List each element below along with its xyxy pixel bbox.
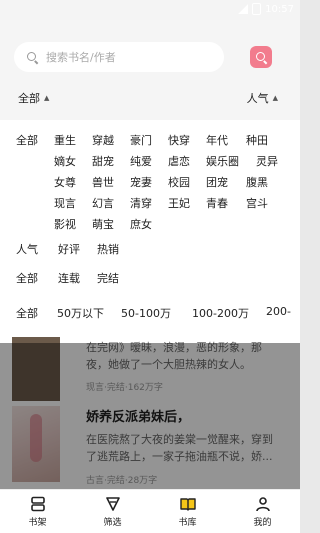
search-placeholder: 搜索书名/作者 [46,51,116,64]
tab-label: 书库 [178,517,197,528]
word-count-option[interactable]: 全部 [16,305,38,321]
caret-up-icon: ▲ [272,94,278,102]
tab-bookshelf[interactable]: 书架 [0,490,75,533]
battery-icon [252,3,262,15]
filter-panel: 全部 重生 穿越 豪门 快穿 年代 种田 嫡女 甜宠 纯爱 虐恋 娱乐圈 灵异 … [0,120,300,343]
genre-chip[interactable]: 穿越 [92,132,114,148]
genre-chip[interactable]: 嫡女 [54,153,76,169]
status-option[interactable]: 全部 [16,270,38,286]
genre-chip[interactable]: 宠妻 [130,174,152,190]
word-count-option[interactable]: 50万以下 [57,305,104,321]
tab-library[interactable]: 书库 [150,490,225,533]
genre-chip[interactable]: 灵异 [256,153,278,169]
popularity-sort-label: 人气 [246,92,269,105]
category-sort-label: 全部 [18,92,40,105]
genre-chip[interactable]: 甜宠 [92,153,114,169]
status-indicators: 10:57 [238,3,294,15]
bottom-tab-bar: 书架 筛选 书库 我的 [0,489,300,533]
sort-option[interactable]: 热销 [97,241,119,257]
signal-icon [238,4,249,14]
genre-chip[interactable]: 全部 [16,132,38,148]
tab-label: 我的 [253,517,272,528]
genre-chip[interactable]: 宫斗 [246,195,268,211]
sort-option[interactable]: 好评 [58,241,80,257]
genre-chip[interactable]: 青春 [206,195,228,211]
popularity-sort-dropdown[interactable]: 人气 ▲ [247,90,278,106]
genre-chip[interactable]: 幻言 [92,195,114,211]
genre-chip[interactable]: 萌宝 [92,216,114,232]
tab-label: 筛选 [103,517,122,528]
genre-chip[interactable]: 校园 [168,174,190,190]
word-count-option[interactable]: 50-100万 [121,305,171,321]
genre-chip[interactable]: 现言 [54,195,76,211]
genre-chip[interactable]: 影视 [54,216,76,232]
genre-chip[interactable]: 腹黑 [246,174,268,190]
status-time: 10:57 [265,3,294,15]
search-button[interactable] [250,46,272,68]
genre-chip[interactable]: 娱乐圈 [206,153,239,169]
word-count-option[interactable]: 200- [266,305,291,318]
genre-chip[interactable]: 豪门 [130,132,152,148]
sort-option[interactable]: 人气 [16,241,38,257]
genre-chip[interactable]: 兽世 [92,174,114,190]
status-option[interactable]: 连载 [58,270,80,286]
tab-profile[interactable]: 我的 [225,490,300,533]
profile-icon [255,496,271,512]
dim-overlay[interactable] [0,343,300,489]
status-bar: 10:57 [0,0,300,20]
genre-chip[interactable]: 女尊 [54,174,76,190]
genre-chip[interactable]: 重生 [54,132,76,148]
genre-chip[interactable]: 王妃 [168,195,190,211]
search-icon [255,51,267,63]
genre-chip[interactable]: 清穿 [130,195,152,211]
search-icon [27,51,38,63]
header: 搜索书名/作者 全部 ▲ 人气 ▲ [0,20,300,120]
word-count-option[interactable]: 100-200万 [192,305,249,321]
tab-filter[interactable]: 筛选 [75,490,150,533]
genre-chip[interactable]: 纯爱 [130,153,152,169]
genre-chip[interactable]: 年代 [206,132,228,148]
bookshelf-icon [30,496,46,512]
filter-icon [105,496,121,512]
genre-chip[interactable]: 种田 [246,132,268,148]
tab-label: 书架 [28,517,47,528]
genre-chip[interactable]: 庶女 [130,216,152,232]
genre-chip[interactable]: 虐恋 [168,153,190,169]
library-icon [179,496,196,512]
search-input[interactable]: 搜索书名/作者 [14,42,224,72]
genre-chip[interactable]: 快穿 [168,132,190,148]
caret-up-icon: ▲ [44,94,50,102]
genre-chip[interactable]: 团宠 [206,174,228,190]
status-option[interactable]: 完结 [97,270,119,286]
category-sort-dropdown[interactable]: 全部 ▲ [18,90,49,106]
